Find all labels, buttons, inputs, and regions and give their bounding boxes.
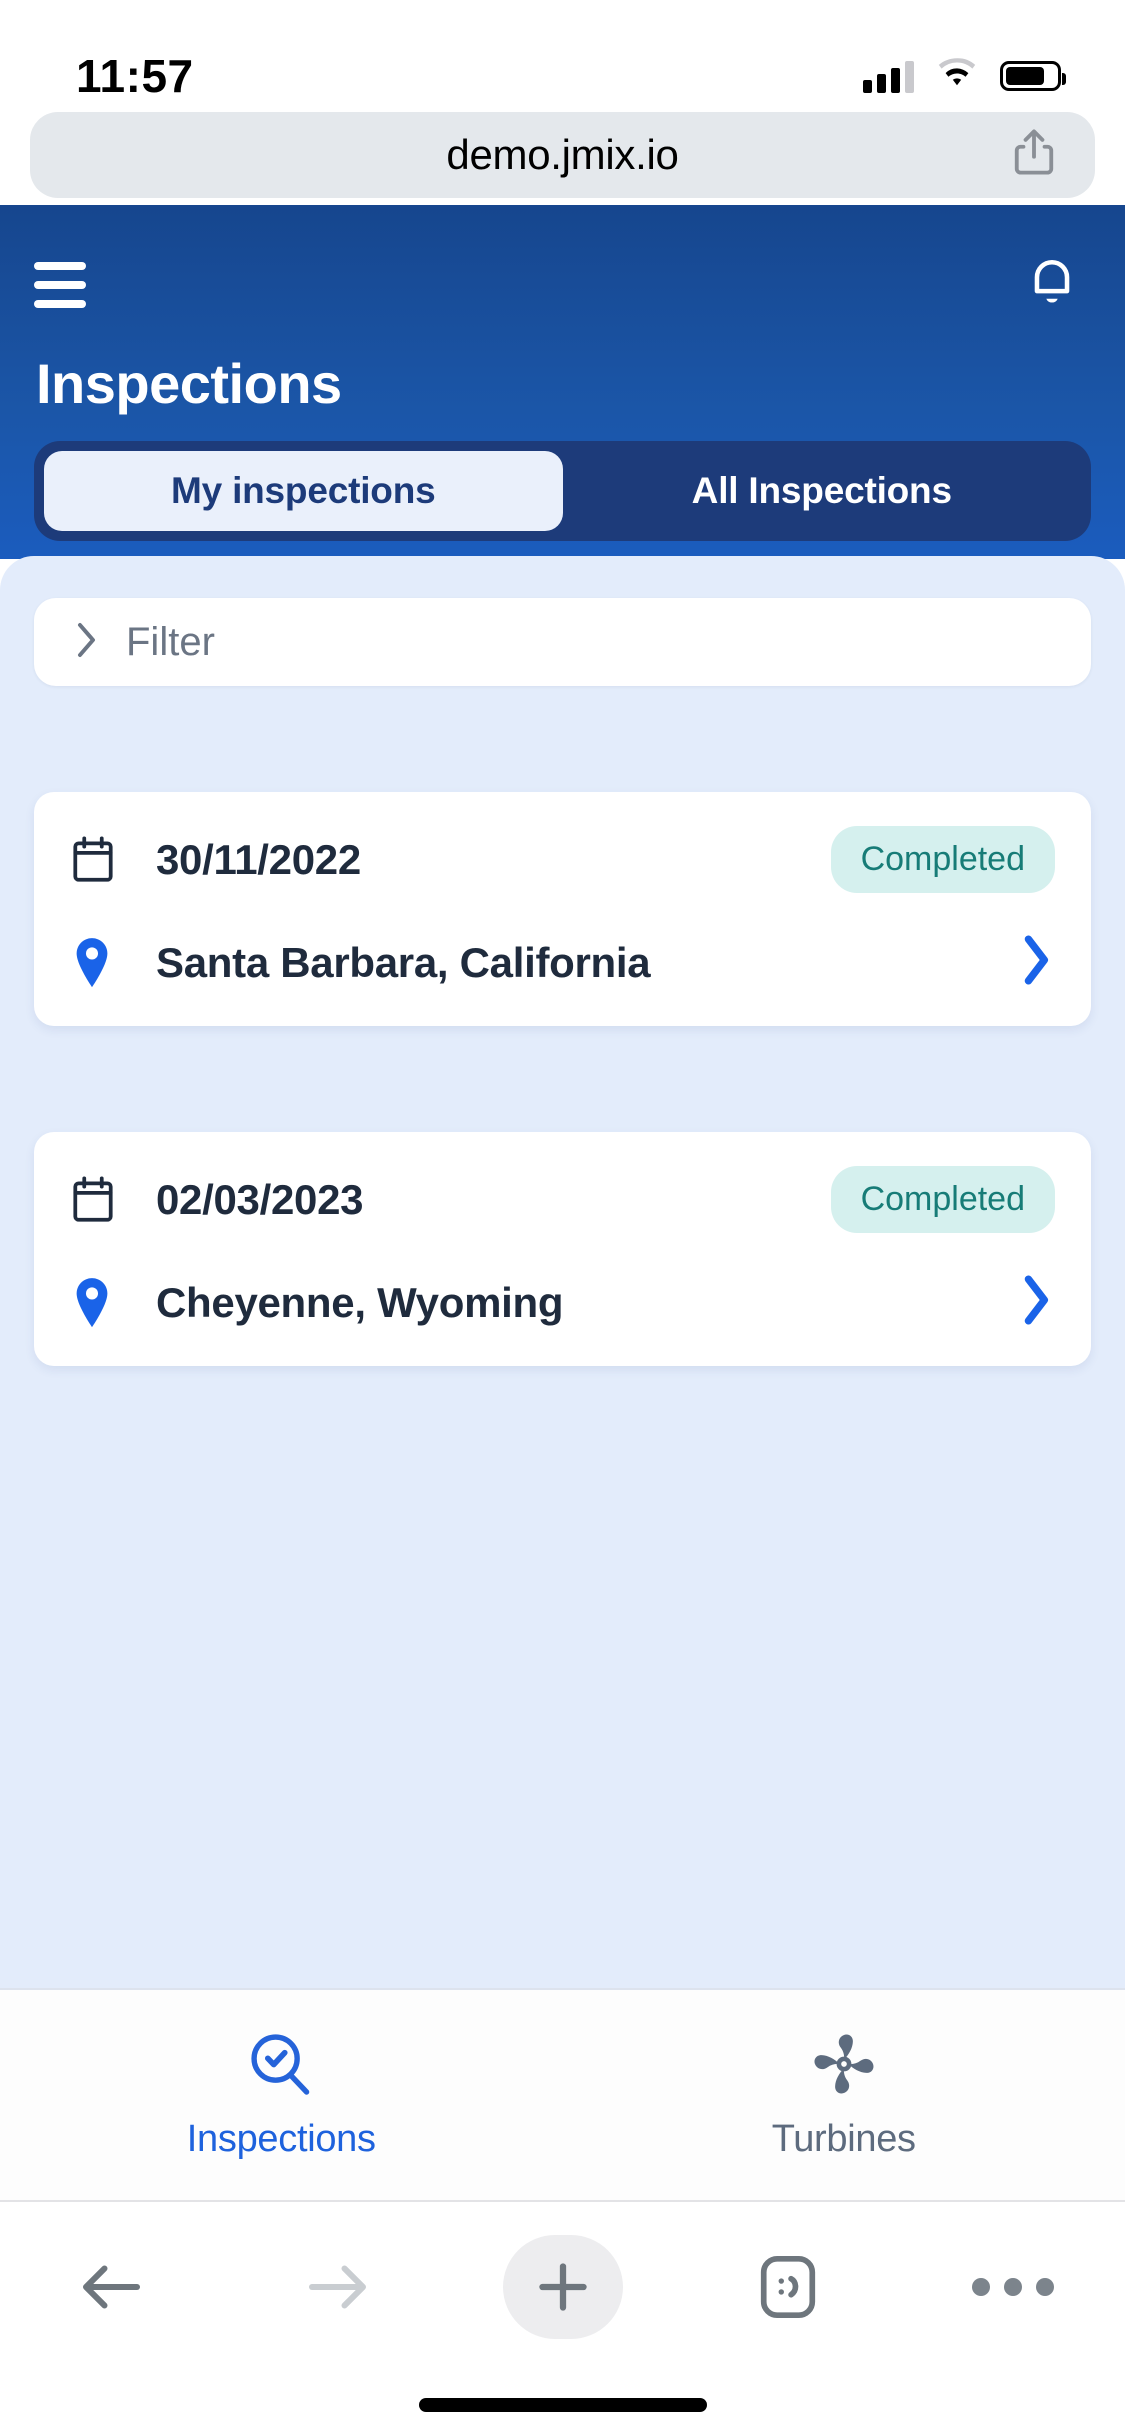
map-pin-icon — [70, 1276, 156, 1330]
inspection-date: 30/11/2022 — [156, 835, 361, 883]
content-panel: Filter 30/11/2022 Completed Santa Barbar… — [0, 556, 1125, 1988]
home-indicator — [418, 2398, 707, 2412]
chevron-right-icon[interactable] — [1019, 1273, 1055, 1332]
chevron-right-icon[interactable] — [1019, 933, 1055, 992]
browser-toolbar-row — [0, 2202, 1125, 2350]
nav-item-label: Inspections — [186, 2118, 376, 2160]
status-bar-icons — [863, 57, 1066, 95]
status-bar-time: 11:57 — [76, 50, 194, 102]
url-text: demo.jmix.io — [446, 131, 679, 178]
status-bar: 11:57 — [0, 0, 1125, 112]
inspection-card[interactable]: 30/11/2022 Completed Santa Barbara, Cali… — [34, 792, 1091, 1026]
more-ellipsis-icon[interactable] — [953, 2235, 1073, 2339]
inspection-card-date-row: 02/03/2023 Completed — [70, 1166, 1055, 1233]
plus-icon[interactable] — [502, 2235, 623, 2339]
forward-arrow-icon — [277, 2235, 397, 2339]
share-icon[interactable] — [1011, 127, 1057, 184]
inspection-card[interactable]: 02/03/2023 Completed Cheyenne, Wyoming — [34, 1132, 1091, 1366]
calendar-icon — [70, 1175, 156, 1225]
cellular-signal-icon — [863, 59, 914, 93]
browser-url-bar-container: demo.jmix.io — [0, 112, 1125, 205]
app-header: Inspections My inspections All Inspectio… — [0, 205, 1125, 559]
inspection-location: Santa Barbara, California — [156, 938, 651, 986]
inspection-location: Cheyenne, Wyoming — [156, 1278, 564, 1326]
inspection-card-location-row: Santa Barbara, California — [70, 933, 1055, 992]
inspection-date: 02/03/2023 — [156, 1175, 364, 1223]
inspection-card-date-row: 30/11/2022 Completed — [70, 826, 1055, 893]
app-header-toolbar — [34, 205, 1091, 325]
url-input[interactable]: demo.jmix.io — [30, 112, 1095, 198]
map-pin-icon — [70, 936, 156, 990]
nav-item-inspections[interactable]: Inspections — [0, 1990, 563, 2200]
hamburger-menu-icon[interactable] — [34, 262, 86, 308]
nav-item-label: Turbines — [771, 2118, 916, 2160]
filter-label: Filter — [126, 619, 215, 664]
turbine-fan-icon — [809, 2029, 879, 2104]
page-title: Inspections — [36, 352, 342, 415]
inspection-card-location-row: Cheyenne, Wyoming — [70, 1273, 1055, 1332]
browser-toolbar — [0, 2200, 1125, 2436]
nav-item-turbines[interactable]: Turbines — [563, 1990, 1125, 2200]
filter-bar[interactable]: Filter — [34, 598, 1091, 686]
back-arrow-icon[interactable] — [52, 2235, 172, 2339]
battery-icon — [1000, 61, 1066, 91]
tab-my-inspections[interactable]: My inspections — [44, 451, 563, 531]
bell-icon[interactable] — [1013, 248, 1091, 323]
tab-all-inspections[interactable]: All Inspections — [563, 451, 1082, 531]
app-bottom-nav: Inspections Turbines — [0, 1988, 1125, 2200]
segmented-tabs: My inspections All Inspections — [34, 441, 1091, 541]
status-badge: Completed — [830, 826, 1055, 893]
status-badge: Completed — [830, 1166, 1055, 1233]
tabs-smiley-icon[interactable] — [728, 2235, 848, 2339]
inspection-search-check-icon — [246, 2029, 316, 2104]
chevron-right-icon — [74, 620, 100, 665]
wifi-icon — [936, 57, 978, 95]
calendar-icon — [70, 835, 156, 885]
